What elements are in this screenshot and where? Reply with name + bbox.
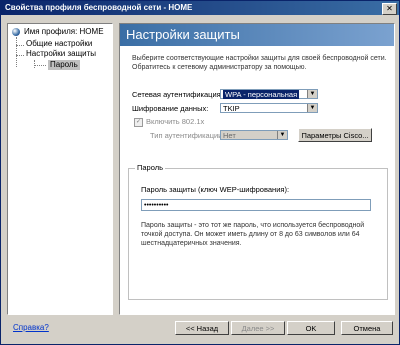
password-field-label: Пароль защиты (ключ WEP-шифрования):	[141, 185, 290, 194]
password-group-title: Пароль	[135, 163, 166, 173]
auth-type-select[interactable]: Нет ▼	[220, 130, 288, 140]
cisco-options-button[interactable]: Параметры Cisco...	[298, 128, 372, 142]
tree-item-security-settings[interactable]: Настройки защиты	[26, 49, 96, 59]
chevron-down-icon[interactable]: ▼	[307, 90, 317, 98]
password-input[interactable]: ••••••••••	[141, 199, 371, 211]
chevron-down-icon[interactable]: ▼	[277, 131, 287, 139]
panel-header: Настройки защиты	[120, 24, 394, 46]
password-note: Пароль защиты - это тот же пароль, что и…	[141, 222, 365, 247]
back-button[interactable]: << Назад	[175, 321, 229, 335]
profile-globe-icon	[12, 28, 20, 36]
panel-description: Выберите соответствующие настройки защит…	[132, 55, 387, 71]
window-title: Свойства профиля беспроводной сети - HOM…	[5, 3, 193, 12]
security-settings-panel: Настройки защиты Выберите соответствующи…	[119, 23, 395, 315]
tree-connector	[16, 55, 24, 56]
ieee8021x-checkbox[interactable]: ✓	[134, 118, 143, 127]
close-button[interactable]: ✕	[382, 3, 397, 15]
tree-connector	[16, 45, 24, 46]
tree-item-profile-name[interactable]: Имя профиля: HOME	[24, 27, 104, 37]
tree-item-general-settings[interactable]: Общие настройки	[26, 39, 92, 49]
encryption-select-value: TKIP	[223, 104, 240, 113]
auth-select-value: WPA - персональная	[223, 90, 300, 99]
title-bar[interactable]: Свойства профиля беспроводной сети - HOM…	[1, 1, 399, 15]
ok-button[interactable]: OK	[287, 321, 335, 335]
ieee8021x-label: Включить 802.1x	[146, 117, 205, 126]
cancel-button[interactable]: Отмена	[341, 321, 393, 335]
auth-type-label: Тип аутентификации:	[150, 131, 225, 140]
tree-connector	[34, 60, 35, 68]
password-group: Пароль Пароль защиты (ключ WEP-шифровани…	[128, 163, 388, 300]
settings-tree: Имя профиля: HOME Общие настройки Настро…	[7, 23, 113, 315]
profile-properties-window: Свойства профиля беспроводной сети - HOM…	[0, 0, 400, 345]
panel-title: Настройки защиты	[126, 27, 240, 42]
auth-label: Сетевая аутентификация:	[132, 90, 223, 99]
encryption-label: Шифрование данных:	[132, 104, 209, 113]
tree-item-password[interactable]: Пароль	[48, 60, 80, 70]
auth-select[interactable]: WPA - персональная ▼	[220, 89, 318, 99]
tree-connector	[16, 37, 17, 67]
help-link[interactable]: Справка?	[13, 323, 49, 332]
next-button[interactable]: Далее >>	[231, 321, 285, 335]
auth-type-select-value: Нет	[223, 131, 236, 140]
chevron-down-icon[interactable]: ▼	[307, 104, 317, 112]
encryption-select[interactable]: TKIP ▼	[220, 103, 318, 113]
tree-connector	[34, 65, 46, 66]
